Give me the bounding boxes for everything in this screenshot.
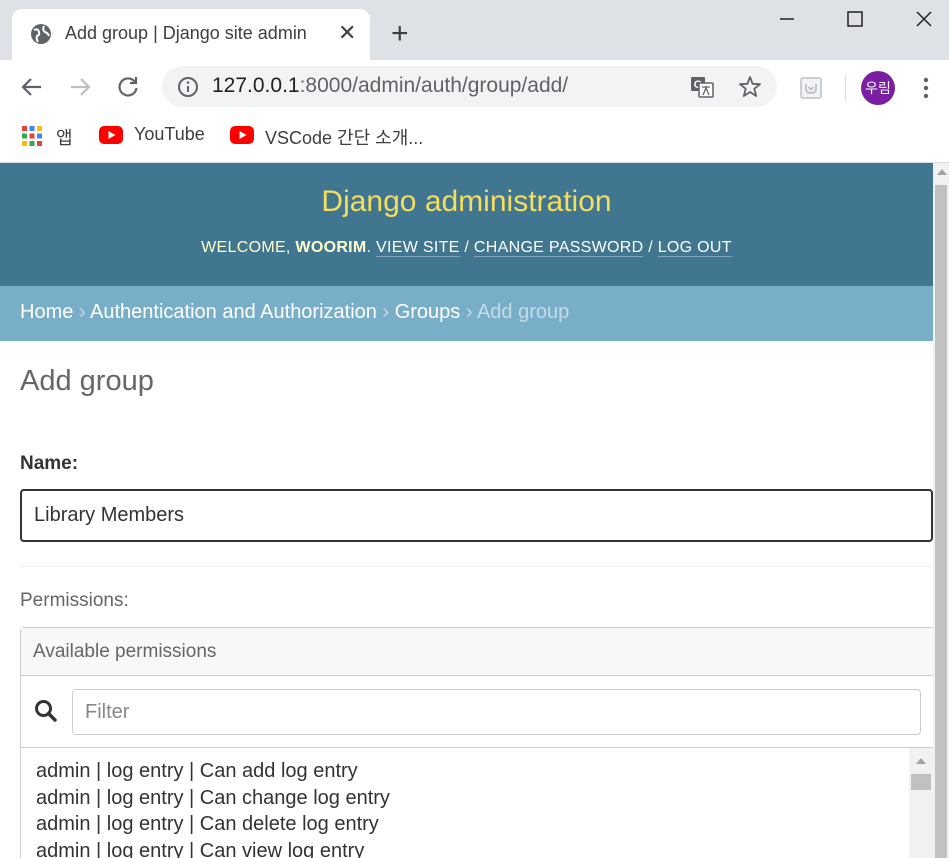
apps-grid-icon	[22, 126, 42, 146]
bookmarks-bar: 앱 YouTube VSCode 간단 소개...	[0, 116, 949, 163]
list-item[interactable]: admin | log entry | Can delete log entry	[36, 811, 894, 838]
page-title: Add group	[20, 365, 154, 397]
bookmark-label: YouTube	[134, 124, 205, 144]
bookmark-youtube[interactable]: YouTube	[99, 124, 209, 148]
permissions-list[interactable]: admin | log entry | Can add log entry ad…	[21, 748, 909, 858]
permissions-label: Permissions:	[20, 590, 129, 611]
browser-toolbar: 127.0.0.1:8000/admin/auth/group/add/ G 우…	[0, 60, 949, 116]
scrollbar-thumb[interactable]	[935, 185, 947, 858]
browser-tab[interactable]: Add group | Django site admin ✕	[12, 9, 370, 60]
bookmark-label: 앱	[56, 128, 73, 148]
toolbar-divider	[845, 75, 846, 101]
tab-close-icon[interactable]: ✕	[338, 22, 356, 44]
username: WOORIM	[295, 239, 367, 256]
welcome-text: WELCOME,	[201, 239, 296, 256]
bookmark-vscode[interactable]: VSCode 간단 소개...	[230, 124, 430, 148]
forward-arrow-icon[interactable]	[67, 74, 93, 100]
tab-title: Add group | Django site admin	[65, 23, 307, 43]
breadcrumb-separator: ›	[460, 301, 477, 323]
menu-kebab-icon[interactable]	[922, 75, 930, 101]
change-password-link[interactable]: CHANGE PASSWORD	[473, 239, 644, 257]
scrollbar-thumb[interactable]	[911, 774, 931, 790]
search-icon	[35, 700, 57, 722]
user-suffix: .	[366, 239, 377, 256]
name-label: Name:	[20, 453, 79, 474]
page-viewport: Django administration WELCOME, WOORIM. V…	[0, 163, 933, 858]
extension-icon[interactable]	[799, 76, 823, 100]
reload-icon[interactable]	[115, 74, 141, 100]
bookmark-star-icon[interactable]	[737, 74, 763, 100]
log-out-link[interactable]: LOG OUT	[657, 239, 732, 257]
permissions-filter-row	[21, 676, 933, 748]
browser-tabstrip: Add group | Django site admin ✕ +	[0, 0, 949, 60]
maximize-icon[interactable]	[842, 6, 868, 32]
site-branding[interactable]: Django administration	[0, 185, 933, 219]
back-arrow-icon[interactable]	[19, 74, 45, 100]
translate-icon[interactable]: G	[690, 75, 714, 99]
view-site-link[interactable]: VIEW SITE	[376, 239, 460, 257]
window-close-icon[interactable]	[911, 6, 937, 32]
list-item[interactable]: admin | log entry | Can view log entry	[36, 838, 894, 858]
form-row-divider	[20, 566, 933, 567]
youtube-icon	[99, 126, 123, 144]
url-path: :8000/admin/auth/group/add/	[299, 74, 569, 97]
bookmark-apps[interactable]: 앱	[22, 124, 82, 148]
url-host: 127.0.0.1	[212, 74, 300, 97]
youtube-icon	[230, 126, 254, 144]
profile-avatar[interactable]: 우림	[861, 71, 895, 105]
bookmark-label: VSCode 간단 소개...	[265, 128, 424, 148]
user-tools: WELCOME, WOORIM. VIEW SITE / CHANGE PASS…	[0, 239, 933, 257]
breadcrumb-home[interactable]: Home	[20, 301, 73, 323]
minimize-icon[interactable]	[774, 6, 800, 32]
new-tab-icon[interactable]: +	[391, 19, 409, 49]
breadcrumb-groups[interactable]: Groups	[395, 301, 461, 323]
list-item[interactable]: admin | log entry | Can add log entry	[36, 758, 894, 785]
url-text[interactable]: 127.0.0.1:8000/admin/auth/group/add/	[212, 74, 568, 98]
breadcrumb-separator: ›	[376, 301, 395, 323]
available-permissions-selector: Available permissions admin | log entry …	[20, 627, 933, 858]
permissions-filter-input[interactable]	[72, 689, 921, 735]
breadcrumb: Home › Authentication and Authorization …	[0, 286, 933, 341]
address-bar[interactable]: 127.0.0.1:8000/admin/auth/group/add/ G	[162, 66, 777, 107]
scroll-up-arrow-icon[interactable]	[937, 169, 947, 175]
available-permissions-title: Available permissions	[21, 628, 933, 676]
breadcrumb-current: Add group	[476, 301, 570, 323]
info-icon[interactable]	[177, 76, 199, 98]
user-tools-separator: /	[643, 239, 658, 256]
breadcrumb-separator: ›	[73, 301, 91, 323]
user-tools-separator: /	[459, 239, 474, 256]
admin-header: Django administration WELCOME, WOORIM. V…	[0, 163, 933, 286]
list-item[interactable]: admin | log entry | Can change log entry	[36, 785, 894, 812]
breadcrumb-app[interactable]: Authentication and Authorization	[90, 301, 377, 323]
scroll-up-arrow-icon[interactable]	[916, 758, 926, 764]
globe-icon	[31, 24, 51, 44]
group-name-input[interactable]	[20, 489, 933, 542]
page-scrollbar[interactable]	[933, 163, 949, 858]
permissions-list-scrollbar[interactable]	[909, 748, 933, 858]
